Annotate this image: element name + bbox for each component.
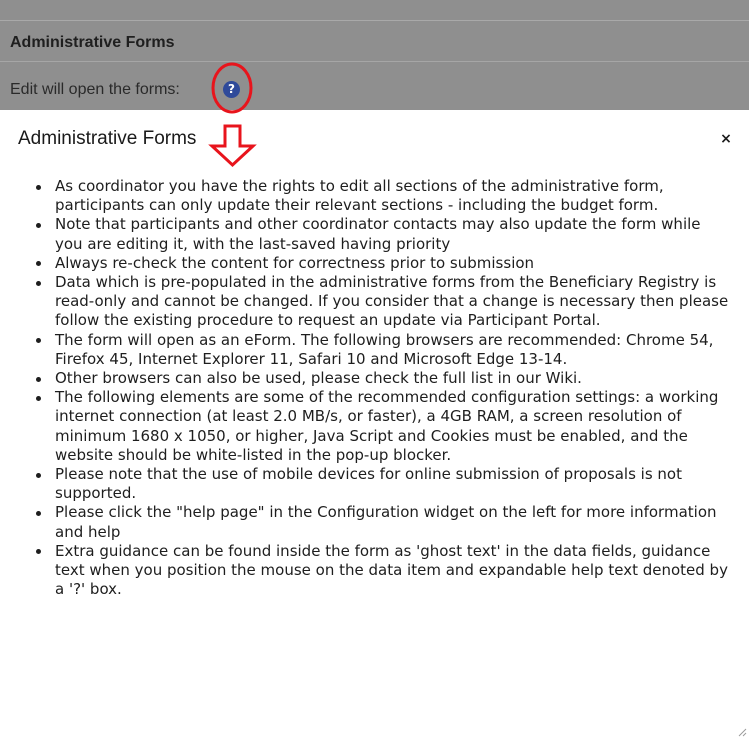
list-item: Note that participants and other coordin… xyxy=(36,215,730,253)
administrative-forms-dialog: Administrative Forms × As coordinator yo… xyxy=(0,110,749,740)
resize-grip-icon[interactable] xyxy=(737,727,747,737)
edit-row: Edit will open the forms: ? xyxy=(0,62,749,110)
list-item: As coordinator you have the rights to ed… xyxy=(36,177,730,215)
edit-forms-text: Edit will open the forms: xyxy=(10,81,180,98)
background-top-strip xyxy=(0,0,749,21)
list-item: The following elements are some of the r… xyxy=(36,388,730,465)
close-button[interactable]: × xyxy=(719,132,733,146)
guidance-list: As coordinator you have the rights to ed… xyxy=(0,177,730,599)
dialog-title: Administrative Forms xyxy=(18,128,197,149)
list-item: Please click the "help page" in the Conf… xyxy=(36,503,730,541)
list-item: Extra guidance can be found inside the f… xyxy=(36,542,730,600)
dialog-body: As coordinator you have the rights to ed… xyxy=(0,177,749,737)
background-page: Administrative Forms Edit will open the … xyxy=(0,0,749,110)
question-circle-icon[interactable]: ? xyxy=(223,81,240,98)
list-item: Always re-check the content for correctn… xyxy=(36,254,730,273)
section-header: Administrative Forms xyxy=(0,21,749,62)
list-item: Other browsers can also be used, please … xyxy=(36,369,730,388)
list-item: The form will open as an eForm. The foll… xyxy=(36,331,730,369)
list-item: Please note that the use of mobile devic… xyxy=(36,465,730,503)
section-title: Administrative Forms xyxy=(10,34,175,51)
list-item: Data which is pre-populated in the admin… xyxy=(36,273,729,330)
